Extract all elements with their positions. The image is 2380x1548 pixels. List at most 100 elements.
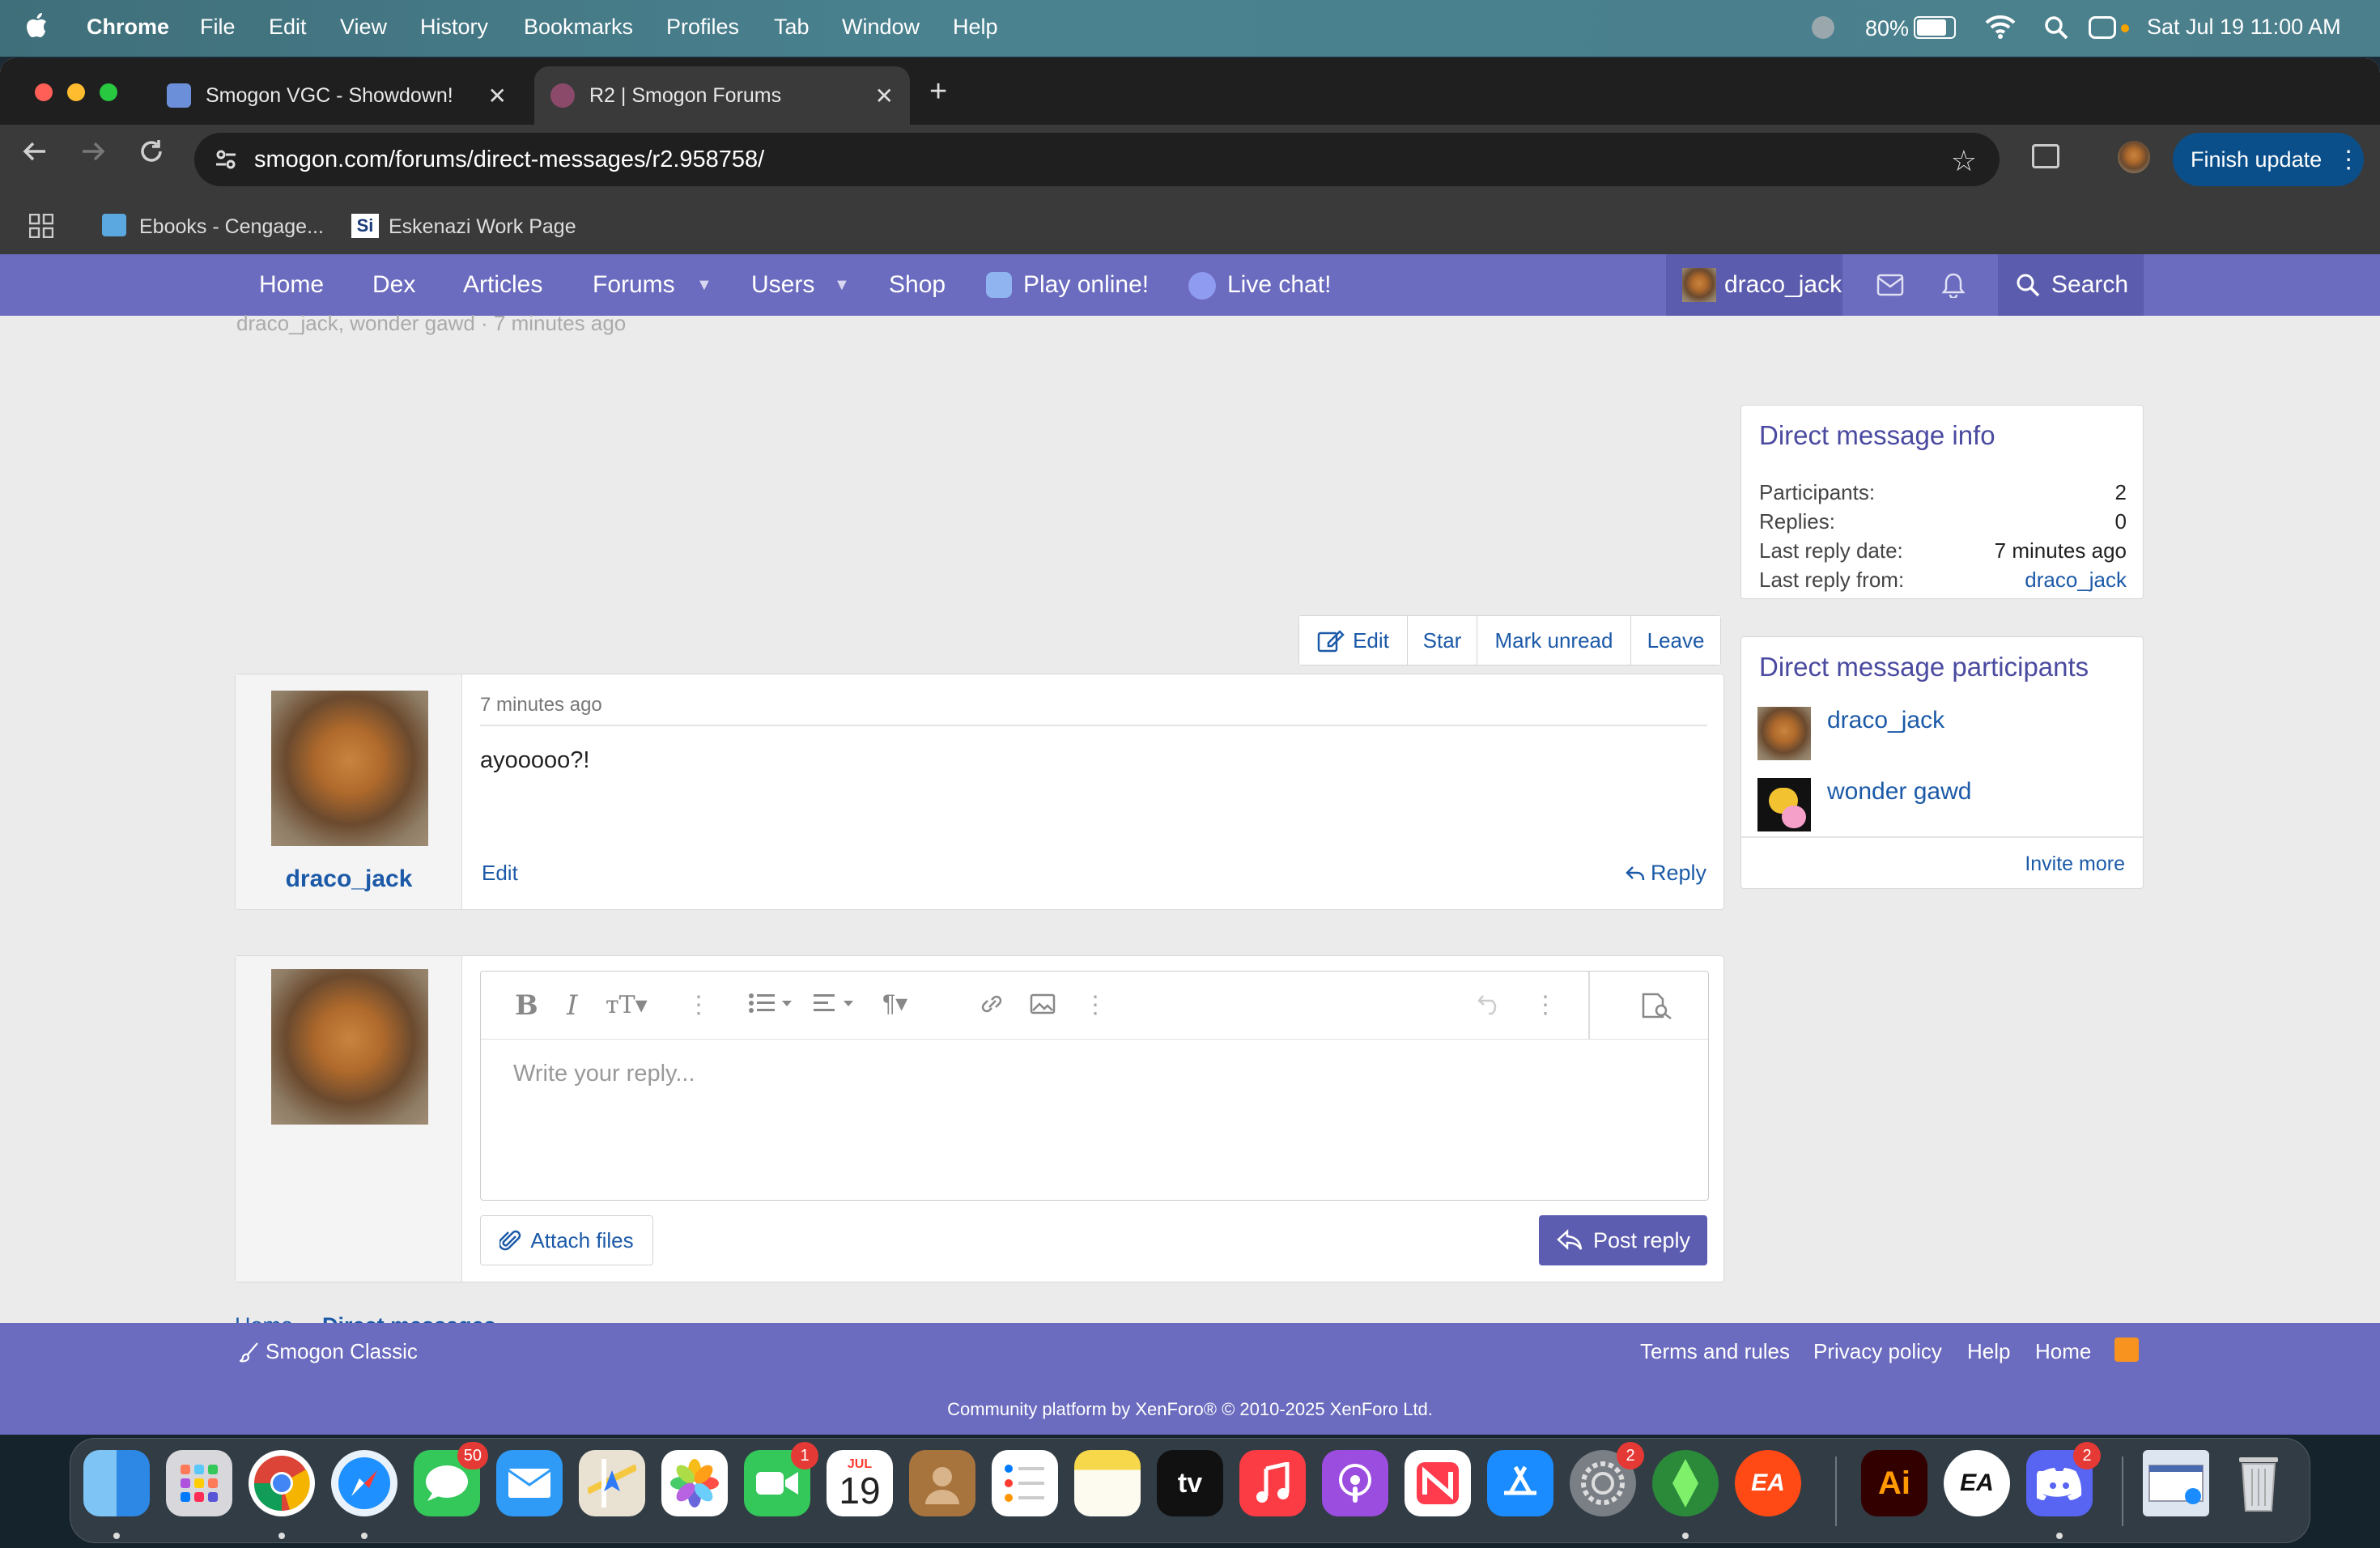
menubar-edit[interactable]: Edit <box>255 15 321 40</box>
forward-icon[interactable] <box>79 138 107 165</box>
search-button[interactable]: Search <box>1998 254 2144 316</box>
link-icon[interactable] <box>978 991 1005 1017</box>
finish-update-button[interactable]: Finish update ⋮ <box>2173 133 2364 186</box>
sims-plumbob-icon[interactable] <box>1652 1450 1719 1516</box>
edit-thread-button[interactable]: Edit <box>1299 616 1408 665</box>
reply-link[interactable]: Reply <box>1625 861 1706 886</box>
maps-icon[interactable] <box>579 1450 645 1516</box>
menubar-app-name[interactable]: Chrome <box>73 15 183 40</box>
reload-icon[interactable] <box>138 138 165 165</box>
nav-shop[interactable]: Shop <box>889 254 946 316</box>
close-window-button[interactable] <box>35 83 53 101</box>
mail-icon[interactable] <box>496 1450 563 1516</box>
bookmark-eskenazi[interactable]: Eskenazi Work Page <box>389 215 576 239</box>
menubar-history[interactable]: History <box>406 15 502 40</box>
back-icon[interactable] <box>21 138 49 165</box>
mark-unread-button[interactable]: Mark unread <box>1477 616 1631 665</box>
app-store-icon[interactable] <box>1487 1450 1553 1516</box>
more-menu-icon[interactable]: ⋮ <box>2336 146 2361 174</box>
users-dropdown-icon[interactable]: ▼ <box>834 254 850 316</box>
site-info-icon[interactable] <box>214 147 238 172</box>
photos-icon[interactable] <box>661 1450 728 1516</box>
more-format-icon[interactable]: ⋮ <box>686 991 711 1019</box>
tab-showdown[interactable]: Smogon VGC - Showdown! ✕ <box>151 66 523 125</box>
preview-icon[interactable] <box>1642 993 1674 1020</box>
podcasts-icon[interactable] <box>1322 1450 1388 1516</box>
attach-files-button[interactable]: Attach files <box>480 1215 653 1265</box>
menubar-bookmarks[interactable]: Bookmarks <box>510 15 647 40</box>
menubar-file[interactable]: File <box>186 15 249 40</box>
nav-live-chat[interactable]: Live chat! <box>1227 254 1331 316</box>
system-settings-icon[interactable]: 2 <box>1570 1442 1644 1516</box>
zoom-window-button[interactable] <box>100 83 117 101</box>
footer-privacy[interactable]: Privacy policy <box>1813 1339 1942 1364</box>
calendar-icon[interactable]: JUL 19 <box>827 1450 893 1516</box>
illustrator-icon[interactable]: Ai <box>1861 1450 1927 1516</box>
message-time[interactable]: 7 minutes ago <box>480 694 602 717</box>
ea-icon[interactable]: EA <box>1944 1450 2010 1516</box>
close-tab-icon[interactable]: ✕ <box>488 83 507 109</box>
leave-button[interactable]: Leave <box>1631 616 1720 665</box>
footer-terms[interactable]: Terms and rules <box>1640 1339 1790 1364</box>
participant-wonder-gawd[interactable]: wonder gawd <box>1827 778 1971 806</box>
image-icon[interactable] <box>1030 993 1056 1015</box>
last-reply-user-link[interactable]: draco_jack <box>2025 568 2127 593</box>
bell-icon[interactable] <box>1941 272 1966 298</box>
bookmark-star-icon[interactable]: ☆ <box>1951 144 1977 178</box>
list-icon[interactable] <box>748 991 793 1015</box>
participant-draco-jack[interactable]: draco_jack <box>1827 707 1944 734</box>
more-options-icon[interactable]: ⋮ <box>1533 991 1558 1019</box>
footer-home[interactable]: Home <box>2035 1339 2091 1364</box>
safari-icon[interactable] <box>331 1450 397 1516</box>
news-icon[interactable] <box>1405 1450 1471 1516</box>
nav-articles[interactable]: Articles <box>463 254 542 316</box>
apple-icon[interactable] <box>24 11 49 40</box>
trash-icon[interactable] <box>2225 1450 2292 1516</box>
nav-home[interactable]: Home <box>259 254 324 316</box>
minimize-window-button[interactable] <box>67 83 85 101</box>
ea-app-icon[interactable]: EA <box>1735 1450 1801 1516</box>
invite-more-link[interactable]: Invite more <box>2025 853 2125 876</box>
align-icon[interactable] <box>813 991 858 1015</box>
notes-icon[interactable] <box>1074 1450 1141 1516</box>
author-avatar[interactable] <box>271 691 428 846</box>
apps-grid-icon[interactable] <box>29 214 53 238</box>
address-bar[interactable]: smogon.com/forums/direct-messages/r2.958… <box>194 133 2000 186</box>
user-account-link[interactable]: draco_jack <box>1666 254 1842 316</box>
contacts-icon[interactable] <box>909 1450 975 1516</box>
close-tab-icon[interactable]: ✕ <box>875 83 894 109</box>
apple-tv-icon[interactable]: tv <box>1157 1450 1223 1516</box>
spotlight-icon[interactable] <box>2043 15 2069 40</box>
reply-textarea[interactable]: Write your reply... <box>513 1061 695 1087</box>
menubar-help[interactable]: Help <box>939 15 1012 40</box>
text-size-icon[interactable]: тT▾ <box>606 991 648 1019</box>
discord-app-icon[interactable]: 2 <box>2026 1442 2101 1516</box>
bold-icon[interactable]: B <box>515 989 538 1022</box>
nav-play-online[interactable]: Play online! <box>1023 254 1149 316</box>
forums-dropdown-icon[interactable]: ▼ <box>696 254 712 316</box>
menubar-window[interactable]: Window <box>828 15 933 40</box>
undo-icon[interactable] <box>1477 991 1504 1015</box>
reminders-icon[interactable] <box>992 1450 1058 1516</box>
facetime-icon[interactable]: 1 <box>744 1442 818 1516</box>
star-button[interactable]: Star <box>1408 616 1477 665</box>
post-reply-button[interactable]: Post reply <box>1539 1215 1707 1265</box>
launchpad-icon[interactable] <box>166 1450 232 1516</box>
menubar-profiles[interactable]: Profiles <box>652 15 753 40</box>
inbox-icon[interactable] <box>1876 274 1904 296</box>
menubar-tab[interactable]: Tab <box>760 15 823 40</box>
nav-forums[interactable]: Forums <box>593 254 675 316</box>
paragraph-icon[interactable]: ¶▾ <box>882 989 907 1018</box>
profile-avatar[interactable] <box>2118 141 2150 173</box>
new-tab-button[interactable]: + <box>929 74 947 109</box>
author-name[interactable]: draco_jack <box>236 865 462 893</box>
nav-dex[interactable]: Dex <box>372 254 415 316</box>
bookmark-ebooks[interactable]: Ebooks - Cengage... <box>139 215 324 239</box>
media-cast-icon[interactable] <box>2032 144 2059 168</box>
rss-icon[interactable] <box>2114 1337 2139 1362</box>
more-insert-icon[interactable]: ⋮ <box>1083 991 1107 1019</box>
participant-avatar[interactable] <box>1757 778 1811 831</box>
battery-icon[interactable] <box>1914 16 1956 39</box>
nav-users[interactable]: Users <box>751 254 814 316</box>
tab-smogon-forums[interactable]: R2 | Smogon Forums ✕ <box>534 66 910 125</box>
